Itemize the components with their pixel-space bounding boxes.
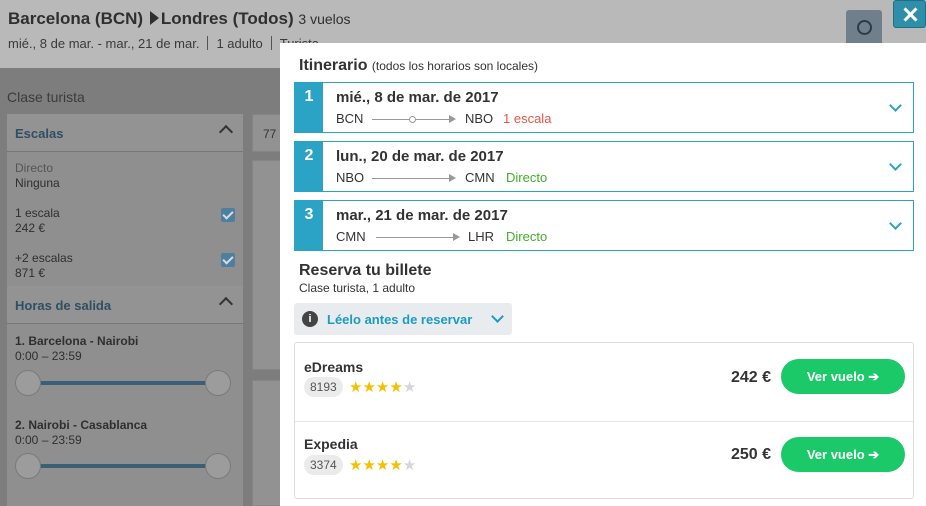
route-line — [372, 115, 456, 123]
divider — [270, 36, 272, 50]
checkbox-2-stops[interactable] — [221, 253, 235, 267]
chevron-down-icon — [889, 99, 902, 112]
rating-stars: ★★★★★ — [349, 456, 416, 474]
itinerary-modal: Itinerario (todos los horarios son local… — [280, 43, 926, 506]
result-card[interactable] — [252, 160, 282, 370]
route-line — [376, 233, 460, 241]
results-sort-tab[interactable]: 77 — [252, 114, 282, 152]
leg-origin: CMN — [336, 229, 366, 244]
itinerary-title: Itinerario (todos los horarios son local… — [299, 57, 538, 74]
filter-option-direct[interactable]: Directo Ninguna — [15, 161, 60, 191]
slider-handle-start[interactable] — [15, 370, 41, 396]
view-flight-button[interactable]: Ver vuelo ➔ — [781, 437, 905, 472]
close-modal-button[interactable] — [893, 0, 926, 28]
stops-filter-header[interactable]: Escalas — [7, 114, 243, 152]
leg-date: mié., 8 de mar. de 2017 — [336, 89, 499, 106]
star-filled-icon: ★ — [349, 379, 363, 396]
leg-destination: LHR — [468, 229, 495, 244]
star-filled-icon: ★ — [375, 379, 390, 396]
booking-title: Reserva tu billete — [299, 262, 432, 279]
time-slider-1[interactable] — [27, 381, 221, 385]
star-filled-icon: ★ — [349, 457, 363, 474]
origin-label: Barcelona (BCN) — [8, 9, 144, 28]
leg-number: 3 — [295, 201, 323, 250]
review-count-badge: 3374 — [304, 455, 343, 475]
route-line — [372, 174, 456, 182]
travel-dates: mié., 8 de mar. - mar., 21 de mar. — [8, 36, 200, 51]
booking-offers: eDreams 8193 ★★★★★ 242 € Ver vuelo ➔ Exp… — [294, 342, 914, 499]
arrow-right-icon — [449, 115, 456, 123]
star-filled-icon: ★ — [362, 379, 376, 396]
chevron-down-icon — [889, 217, 902, 230]
search-summary-subtitle: mié., 8 de mar. - mar., 21 de mar. 1 adul… — [8, 36, 319, 51]
provider-name: Expedia — [304, 436, 358, 452]
search-summary-title: Barcelona (BCN) Londres (Todos) 3 vuelos — [8, 9, 351, 29]
edit-search-button[interactable] — [846, 10, 882, 46]
flights-count: 3 vuelos — [298, 11, 351, 27]
route-arrow-icon — [149, 11, 159, 25]
read-before-booking-label: Léelo antes de reservar — [327, 312, 473, 327]
offer-row: eDreams 8193 ★★★★★ 242 € Ver vuelo ➔ — [295, 343, 913, 419]
star-filled-icon: ★ — [389, 457, 403, 474]
filter-option-1-stop[interactable]: 1 escala 242 € — [15, 206, 60, 236]
leg-number: 2 — [295, 142, 323, 191]
star-filled-icon: ★ — [389, 379, 403, 396]
info-icon: i — [302, 311, 318, 327]
divider — [207, 36, 209, 50]
star-filled-icon: ★ — [375, 457, 390, 474]
slider-handle-end[interactable] — [205, 370, 231, 396]
arrow-right-icon — [453, 233, 460, 241]
filter-option-2-stops[interactable]: +2 escalas 871 € — [15, 251, 73, 281]
provider-name: eDreams — [304, 359, 364, 375]
itinerary-leg-3[interactable]: 3 mar., 21 de mar. de 2017 CMN LHR Direc… — [294, 200, 914, 251]
leg-origin: BCN — [336, 111, 364, 126]
passengers-label: 1 adulto — [216, 36, 263, 51]
chevron-down-icon — [491, 310, 504, 323]
departure-route-2: 2. Nairobi - Casablanca 0:00 – 23:59 — [15, 418, 148, 447]
stopover-dot-icon — [409, 116, 416, 123]
itinerary-leg-2[interactable]: 2 lun., 20 de mar. de 2017 NBO CMN Direc… — [294, 141, 914, 192]
view-flight-button[interactable]: Ver vuelo ➔ — [781, 359, 905, 394]
departure-filter-header[interactable]: Horas de salida — [7, 286, 243, 324]
leg-destination: NBO — [465, 111, 494, 126]
itinerary-note: (todos los horarios son locales) — [371, 59, 538, 73]
offer-price: 250 € — [730, 446, 771, 463]
chevron-up-icon — [218, 296, 234, 312]
time-slider-2[interactable] — [27, 464, 221, 468]
filters-sidebar: Escalas Directo Ninguna 1 escala 242 € +… — [7, 114, 243, 506]
chevron-up-icon — [218, 124, 234, 140]
leg-date: mar., 21 de mar. de 2017 — [336, 207, 508, 224]
slider-handle-end[interactable] — [205, 453, 231, 479]
slider-handle-start[interactable] — [15, 453, 41, 479]
booking-subtitle: Clase turista, 1 adulto — [299, 281, 416, 295]
leg-stops: Directo — [506, 170, 548, 185]
destination-label: Londres (Todos) — [160, 9, 294, 28]
itinerary-leg-1[interactable]: 1 mié., 8 de mar. de 2017 BCN NBO 1 esca… — [294, 82, 914, 133]
read-before-booking-button[interactable]: i Léelo antes de reservar — [294, 303, 512, 335]
departure-filter-title: Horas de salida — [15, 298, 112, 313]
leg-stops: Directo — [506, 229, 548, 244]
result-card[interactable] — [252, 380, 282, 506]
star-empty-icon: ★ — [402, 457, 417, 474]
review-count-badge: 8193 — [304, 377, 343, 397]
leg-destination: CMN — [465, 170, 495, 185]
checkbox-1-stop[interactable] — [221, 208, 235, 222]
offer-row: Expedia 3374 ★★★★★ 250 € Ver vuelo ➔ — [295, 421, 913, 497]
class-label: Clase turista — [7, 89, 85, 105]
leg-stops: 1 escala — [503, 111, 552, 126]
chevron-down-icon — [889, 158, 902, 171]
rating-stars: ★★★★★ — [349, 378, 416, 396]
leg-date: lun., 20 de mar. de 2017 — [336, 148, 504, 165]
stops-filter-title: Escalas — [15, 126, 64, 141]
leg-number: 1 — [295, 83, 323, 132]
arrow-right-icon — [449, 174, 456, 182]
star-filled-icon: ★ — [362, 457, 376, 474]
departure-route-1: 1. Barcelona - Nairobi 0:00 – 23:59 — [15, 334, 139, 363]
result-peek: 77 — [263, 127, 277, 141]
leg-origin: NBO — [336, 170, 365, 185]
offer-price: 242 € — [730, 369, 771, 386]
star-empty-icon: ★ — [402, 379, 417, 396]
